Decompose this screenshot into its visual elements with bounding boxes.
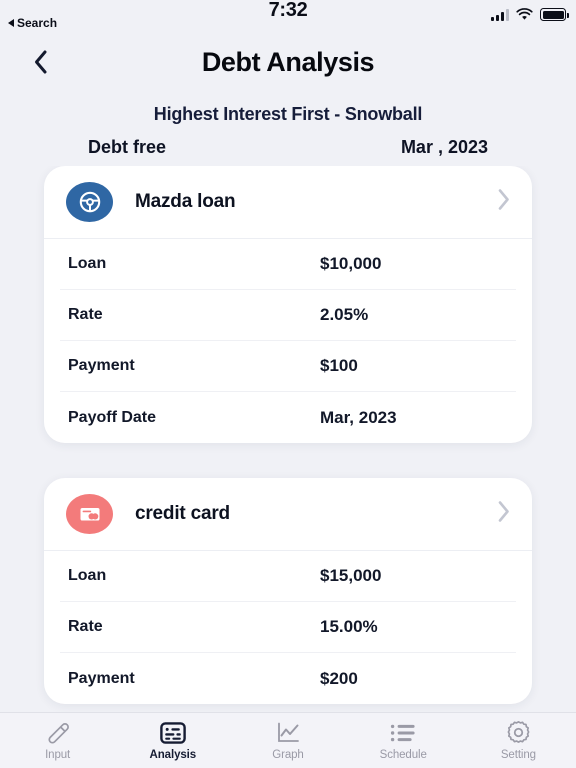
debt-free-row: Debt free Mar , 2023 — [0, 125, 576, 158]
tab-schedule[interactable]: Schedule — [346, 713, 461, 768]
debt-detail-rows: Loan $10,000 Rate 2.05% Payment $100 Pay… — [44, 238, 532, 443]
row-label: Payoff Date — [68, 408, 157, 426]
table-row: Rate 2.05% — [60, 290, 516, 341]
row-value: $10,000 — [320, 254, 382, 273]
row-value: $100 — [320, 356, 358, 375]
register-icon — [159, 721, 186, 745]
navigation-bar: Debt Analysis — [0, 34, 576, 90]
battery-full-icon — [540, 8, 569, 21]
debt-free-date: Mar , 2023 — [400, 137, 488, 157]
tab-label: Input — [45, 748, 71, 761]
debt-card-header[interactable]: Mazda loan — [44, 166, 532, 238]
list-icon — [390, 721, 416, 745]
debt-card[interactable]: Mazda loan Loan $10,000 Rate 2.05% Payme… — [44, 166, 532, 443]
gear-icon — [506, 721, 531, 745]
row-label: Payment — [68, 357, 135, 374]
credit-card-icon — [66, 494, 113, 534]
status-bar: 7:32 Search — [0, 0, 576, 34]
tab-input[interactable]: Input — [0, 713, 115, 768]
pencil-icon — [46, 721, 70, 745]
debt-name: credit card — [135, 503, 230, 524]
tab-label: Setting — [500, 748, 536, 761]
row-label: Loan — [68, 567, 107, 584]
strategy-label: Highest Interest First - Snowball — [153, 104, 423, 124]
debt-name: Mazda loan — [135, 191, 236, 212]
table-row: Loan $15,000 — [60, 551, 516, 602]
row-value: 15.00% — [320, 617, 378, 636]
row-value: $200 — [320, 668, 358, 688]
debt-free-label: Debt free — [88, 137, 167, 157]
page-title: Debt Analysis — [201, 46, 375, 77]
row-label: Payment — [68, 669, 135, 687]
chevron-right-icon[interactable] — [497, 501, 510, 528]
chevron-right-icon[interactable] — [497, 189, 510, 216]
table-row: Payoff Date Mar, 2023 — [60, 392, 516, 443]
line-chart-icon — [276, 721, 300, 745]
tab-label: Graph — [272, 748, 304, 761]
tab-graph[interactable]: Graph — [230, 713, 345, 768]
status-bar-back-label: Search — [17, 16, 58, 30]
table-row: Loan $10,000 — [60, 239, 516, 290]
table-row: Payment $100 — [60, 341, 516, 392]
signal-bars-icon — [491, 8, 509, 21]
table-row: Rate 15.00% — [60, 602, 516, 653]
status-bar-time: 7:32 — [268, 0, 308, 21]
debt-list[interactable]: Mazda loan Loan $10,000 Rate 2.05% Payme… — [0, 166, 576, 712]
back-triangle-icon — [8, 19, 14, 27]
row-label: Rate — [68, 618, 103, 635]
chevron-left-icon — [35, 50, 47, 74]
tab-label: Schedule — [379, 748, 427, 761]
row-label: Rate — [68, 306, 103, 323]
tab-setting[interactable]: Setting — [461, 713, 576, 768]
row-value: 2.05% — [320, 305, 369, 324]
status-bar-back-to-search[interactable]: Search — [8, 16, 57, 30]
summary-header: Highest Interest First - Snowball Debt f… — [0, 90, 576, 158]
debt-detail-rows: Loan $15,000 Rate 15.00% Payment $200 — [44, 550, 532, 704]
debt-card[interactable]: credit card Loan $15,000 Rate 15.00% Pay… — [44, 478, 532, 704]
row-value: Mar, 2023 — [320, 407, 397, 427]
tab-label: Analysis — [149, 748, 197, 761]
tab-analysis[interactable]: Analysis — [115, 713, 230, 768]
wifi-icon — [516, 8, 533, 20]
table-row: Payment $200 — [60, 653, 516, 704]
debt-card-header[interactable]: credit card — [44, 478, 532, 550]
row-value: $15,000 — [320, 566, 382, 585]
status-bar-indicators — [491, 8, 569, 21]
row-label: Loan — [68, 255, 107, 272]
steering-wheel-icon — [66, 182, 113, 222]
back-button[interactable] — [28, 49, 54, 75]
bottom-tab-bar: Input Analysis Graph Schedule Setting — [0, 712, 576, 768]
